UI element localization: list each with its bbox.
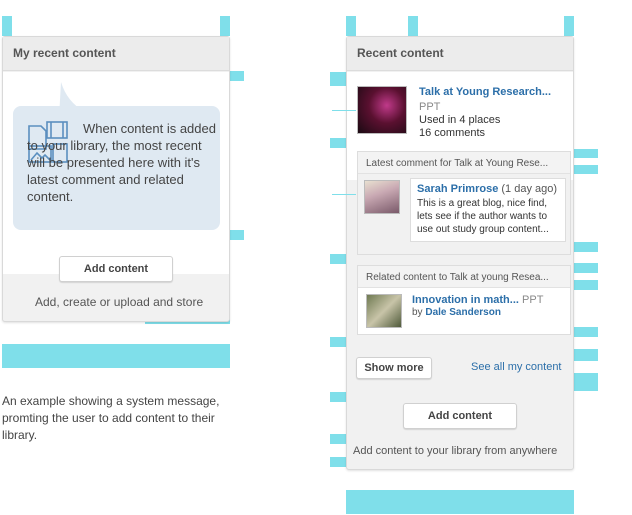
related-author-line: by Dale Sanderson	[412, 307, 501, 318]
related-title[interactable]: Innovation in math...	[412, 294, 519, 306]
recent-item-title[interactable]: Talk at Young Research...	[419, 86, 551, 98]
comment-time: (1 day ago)	[501, 183, 558, 195]
related-by: by	[412, 307, 423, 318]
related-author[interactable]: Dale Sanderson	[425, 307, 501, 318]
guide-connector	[332, 194, 356, 195]
related-title-line: Innovation in math... PPT	[412, 294, 543, 306]
latest-comment-card: Latest comment for Talk at Young Rese...…	[357, 151, 571, 255]
guide-connector	[332, 110, 356, 111]
talk-thumbnail[interactable]	[357, 86, 407, 134]
related-type: PPT	[522, 294, 544, 306]
recent-item-type: PPT	[419, 101, 441, 113]
recent-item-used: Used in 4 places	[419, 114, 501, 126]
system-message-text: When content is added to your library, t…	[27, 121, 216, 204]
guide-marker	[408, 16, 418, 36]
guide-marker	[2, 16, 12, 36]
comment-bubble: Sarah Primrose (1 day ago) This is a gre…	[410, 178, 566, 242]
my-recent-content-panel: My recent content When content is added …	[2, 36, 230, 322]
add-content-button[interactable]: Add content	[59, 256, 173, 282]
comment-author[interactable]: Sarah Primrose	[417, 183, 498, 195]
panel-header: Recent content	[347, 37, 573, 71]
panel-title: Recent content	[357, 46, 444, 60]
recent-content-panel: Recent content Talk at Young Research...…	[346, 36, 574, 470]
guide-marker	[220, 16, 230, 36]
comment-author-line: Sarah Primrose (1 day ago)	[417, 183, 557, 195]
related-content-card: Related content to Talk at young Resea..…	[357, 265, 571, 335]
footer-text: Add content to your library from anywher…	[353, 445, 558, 457]
system-message-bubble: When content is added to your library, t…	[13, 106, 220, 230]
guide-marker	[346, 16, 356, 36]
footer-text: Add, create or upload and store	[35, 295, 204, 309]
latest-comment-header: Latest comment for Talk at Young Rese...	[358, 152, 570, 174]
see-all-link[interactable]: See all my content	[471, 361, 562, 373]
add-content-button[interactable]: Add content	[403, 403, 517, 429]
show-more-button[interactable]: Show more	[356, 357, 432, 379]
guide-marker	[2, 344, 230, 368]
related-content-header: Related content to Talk at young Resea..…	[358, 266, 570, 288]
panel-title: My recent content	[13, 46, 116, 60]
recent-item-comments: 16 comments	[419, 127, 486, 139]
guide-marker	[346, 490, 574, 514]
panel-header: My recent content	[3, 37, 229, 71]
sarah-avatar[interactable]	[364, 180, 400, 214]
math-thumbnail[interactable]	[366, 294, 402, 328]
comment-text: This is a great blog, nice find, lets se…	[417, 198, 549, 235]
caption: An example showing a system message, pro…	[2, 394, 220, 442]
guide-marker	[564, 16, 574, 36]
message-area: When content is added to your library, t…	[3, 72, 229, 274]
